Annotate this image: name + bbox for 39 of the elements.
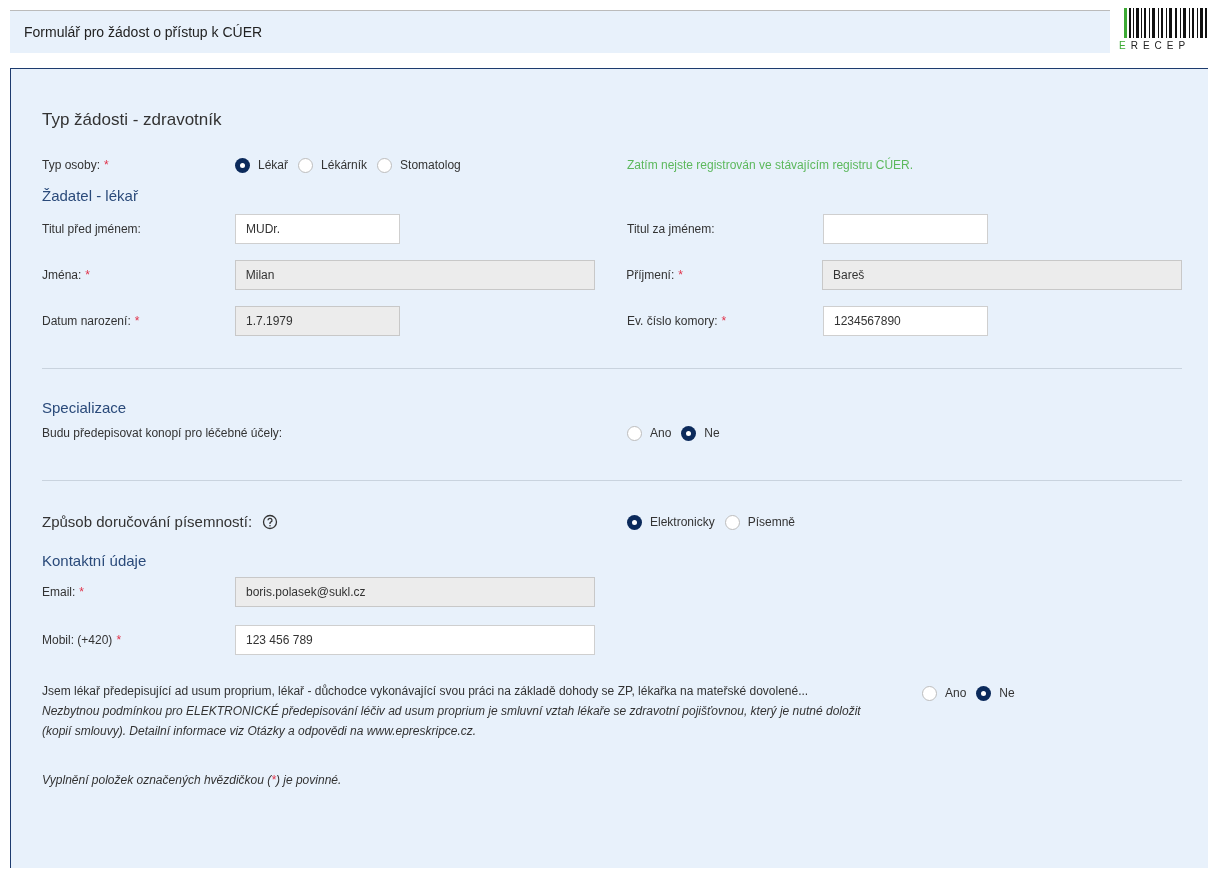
form-title: Typ žádosti - zdravotník <box>42 109 223 131</box>
radio-option[interactable]: Ano <box>922 684 967 702</box>
input-field[interactable]: 1.7.1979 <box>235 306 400 336</box>
radio-option[interactable]: Ne <box>681 424 720 442</box>
input-field[interactable]: 1234567890 <box>823 306 988 336</box>
field-label: Titul za jménem: <box>627 222 715 237</box>
radio-option[interactable]: Ne <box>976 684 1015 702</box>
field-label: Ev. číslo komory: * <box>627 314 727 329</box>
radio-option[interactable]: Písemně <box>724 513 796 531</box>
barcode-icon <box>1122 8 1208 38</box>
section-heading: Žadatel - lékař <box>42 186 139 206</box>
question-text: Budu předepisovat konopí pro léčebné účely: <box>42 426 283 441</box>
section-heading: Kontaktní údaje <box>42 551 148 571</box>
input-field[interactable]: MUDr. <box>235 214 400 244</box>
radio-option[interactable]: Lékař <box>235 156 289 174</box>
help-icon[interactable] <box>262 514 279 530</box>
radio-option[interactable]: Elektronicky <box>627 513 715 531</box>
field-label: Titul před jménem: <box>42 222 141 237</box>
input-field[interactable]: Bareš <box>822 260 1182 290</box>
info-note: Nezbytnou podmínkou pro ELEKTRONICKÉ předepisování léčiv ad usum proprium je smluvní vztah lékaře se zdravotní pojišťovnou, který je nutné doložit (kopií smlouvy). Detailní informace viz Otázky a odpovědi na www.epreskripce.cz. <box>42 702 862 740</box>
radio-option[interactable]: Ano <box>627 424 672 442</box>
field-label: Typ osoby: * <box>42 158 109 173</box>
page-title: Formulář pro žádost o přístup k CÚER <box>24 22 263 42</box>
field-label: Příjmení: * <box>626 268 683 283</box>
input-field[interactable]: 123 456 789 <box>235 625 595 655</box>
radio-option[interactable]: Lékárník <box>298 156 368 174</box>
registration-notice: Zatím nejste registrován ve stávajícím registru CÚER. <box>627 156 914 174</box>
field-label: Způsob doručování písemností: <box>42 511 253 532</box>
question-text: Jsem lékař předepisující ad usum proprium, lékař - důchodce vykonávající svou práci na základě dohody se ZP, lékařka na mateřské dovolené... <box>42 683 810 700</box>
input-field[interactable]: boris.polasek@sukl.cz <box>235 577 595 607</box>
radio-option[interactable]: Stomatolog <box>377 156 461 174</box>
field-label: Jména: * <box>42 268 91 283</box>
field-label: Mobil: (+420) * <box>42 633 122 648</box>
section-heading: Specializace <box>42 398 128 418</box>
field-label: Datum narození: * <box>42 314 140 329</box>
input-field[interactable] <box>823 214 988 244</box>
field-label: Email: * <box>42 585 84 600</box>
required-note: Vyplnění položek označených hvězdičkou (*) je povinné. <box>42 772 343 789</box>
input-field[interactable]: Milan <box>234 260 595 290</box>
